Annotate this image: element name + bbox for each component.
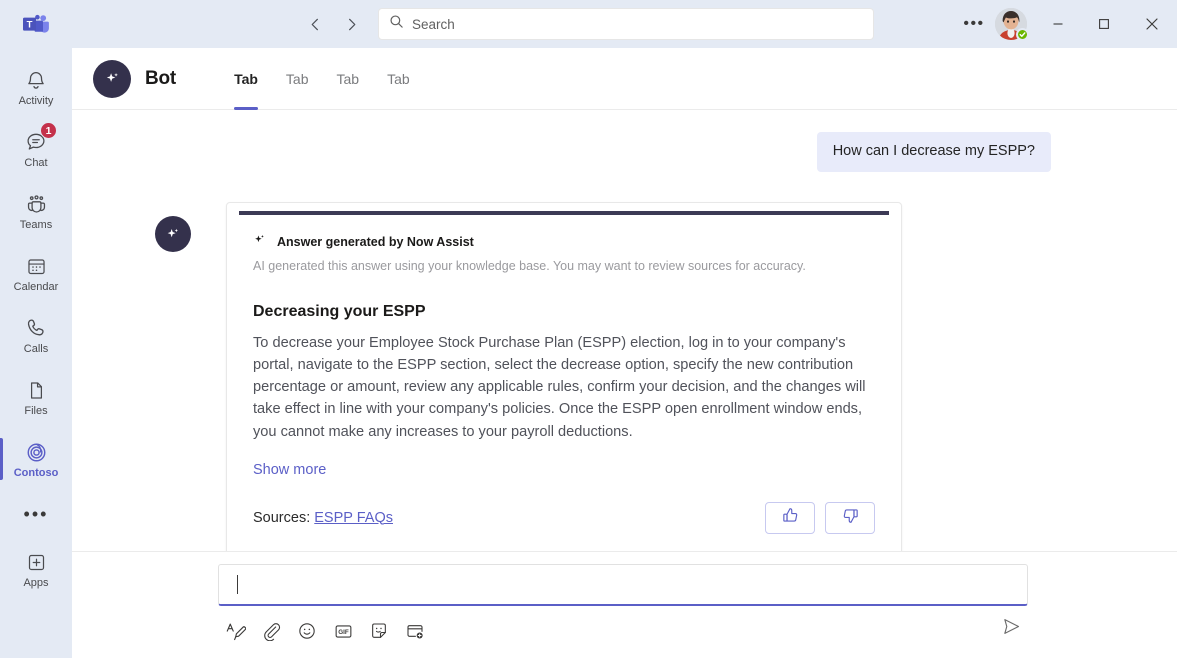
answer-card: Answer generated by Now Assist AI genera…: [226, 202, 902, 555]
sidebar-item-activity[interactable]: Activity: [0, 56, 72, 118]
settings-ellipsis-icon[interactable]: •••: [957, 7, 991, 41]
thumbs-up-icon: [781, 506, 800, 530]
file-icon: [26, 377, 47, 403]
forward-button[interactable]: [336, 9, 366, 39]
sidebar-more-icon[interactable]: •••: [0, 490, 72, 538]
thumbs-down-icon: [841, 506, 860, 530]
send-icon: [1001, 616, 1022, 642]
show-more-link[interactable]: Show more: [253, 462, 326, 478]
minimize-button[interactable]: [1035, 0, 1081, 48]
sidebar-item-calendar[interactable]: Calendar: [0, 242, 72, 304]
ai-disclaimer: AI generated this answer using your know…: [253, 258, 875, 274]
sidebar-item-chat[interactable]: 1 Chat: [0, 118, 72, 180]
sparkle-icon: [165, 226, 181, 242]
sidebar-item-label: Contoso: [14, 468, 59, 479]
user-message-row: How can I decrease my ESPP?: [72, 110, 1177, 172]
answer-body: To decrease your Employee Stock Purchase…: [253, 332, 875, 443]
thumbs-down-button[interactable]: [825, 502, 875, 534]
chat-icon: 1: [25, 129, 47, 155]
source-link-espp-faqs[interactable]: ESPP FAQs: [314, 510, 393, 526]
contoso-app-icon: [25, 439, 48, 465]
svg-text:T: T: [27, 19, 33, 30]
title-bar: T Search •••: [0, 0, 1177, 48]
window-controls: •••: [957, 0, 1177, 48]
sidebar-item-files[interactable]: Files: [0, 366, 72, 428]
sidebar-item-label: Apps: [23, 578, 48, 589]
message-input[interactable]: [218, 564, 1028, 606]
search-icon: [389, 14, 404, 34]
maximize-button[interactable]: [1081, 0, 1127, 48]
main-content: Bot Tab Tab Tab Tab How can I decrease m…: [72, 48, 1177, 658]
status-badge: [1016, 28, 1029, 41]
tab-bar: Tab Tab Tab Tab: [220, 48, 424, 110]
format-text-icon[interactable]: [218, 616, 252, 646]
sticker-icon[interactable]: [362, 616, 396, 646]
sidebar-item-label: Teams: [20, 220, 52, 231]
close-button[interactable]: [1127, 0, 1177, 48]
generated-by-row: Answer generated by Now Assist: [253, 233, 875, 251]
sources-row: Sources: ESPP FAQs: [253, 502, 875, 534]
bot-message-avatar: [155, 216, 191, 252]
sidebar-item-teams[interactable]: Teams: [0, 180, 72, 242]
compose-toolbar: GIF: [218, 614, 1028, 648]
sidebar-item-apps[interactable]: Apps: [0, 538, 72, 600]
text-caret: [237, 575, 238, 594]
tab-4[interactable]: Tab: [373, 48, 424, 110]
nav-controls: [300, 9, 366, 39]
gif-icon[interactable]: GIF: [326, 616, 360, 646]
sidebar-item-label: Chat: [24, 158, 47, 169]
phone-icon: [25, 315, 47, 341]
feedback-buttons: [765, 502, 875, 534]
sidebar-item-label: Calls: [24, 344, 48, 355]
attach-paperclip-icon[interactable]: [254, 616, 288, 646]
sidebar-item-calls[interactable]: Calls: [0, 304, 72, 366]
tab-2[interactable]: Tab: [272, 48, 323, 110]
teams-icon: [25, 191, 48, 217]
sidebar-item-label: Activity: [19, 96, 54, 107]
sources-text: Sources: ESPP FAQs: [253, 510, 393, 526]
add-app-icon[interactable]: [398, 616, 432, 646]
tab-3[interactable]: Tab: [323, 48, 374, 110]
send-button[interactable]: [994, 614, 1028, 644]
compose-area: GIF: [72, 551, 1177, 658]
sidebar-item-label: Files: [24, 406, 47, 417]
plus-box-icon: [26, 549, 47, 575]
channel-header: Bot Tab Tab Tab Tab: [72, 48, 1177, 110]
back-button[interactable]: [300, 9, 330, 39]
bot-message-row: Answer generated by Now Assist AI genera…: [72, 172, 1177, 555]
tab-1[interactable]: Tab: [220, 48, 272, 110]
search-bar[interactable]: Search: [378, 8, 874, 40]
microsoft-teams-logo: T: [0, 14, 72, 34]
search-placeholder: Search: [412, 17, 455, 32]
card-body: Answer generated by Now Assist AI genera…: [227, 215, 901, 554]
sidebar-item-contoso[interactable]: Contoso: [0, 428, 72, 490]
left-rail: Activity 1 Chat Teams: [0, 48, 72, 658]
svg-text:GIF: GIF: [338, 628, 349, 635]
bell-icon: [25, 67, 47, 93]
conversation-area: How can I decrease my ESPP?: [72, 110, 1177, 613]
chat-unread-badge: 1: [40, 122, 57, 139]
emoji-icon[interactable]: [290, 616, 324, 646]
bot-avatar: [93, 60, 131, 98]
generated-by-label: Answer generated by Now Assist: [277, 235, 474, 249]
teams-window: T Search •••: [0, 0, 1177, 658]
sidebar-item-label: Calendar: [14, 282, 59, 293]
sparkle-icon: [253, 233, 266, 251]
sparkle-icon: [104, 70, 121, 87]
page-title: Bot: [145, 68, 176, 90]
calendar-icon: [26, 253, 47, 279]
answer-title: Decreasing your ESPP: [253, 303, 875, 321]
user-message-bubble: How can I decrease my ESPP?: [817, 132, 1051, 172]
sources-label: Sources:: [253, 510, 310, 526]
avatar[interactable]: [995, 8, 1027, 40]
thumbs-up-button[interactable]: [765, 502, 815, 534]
